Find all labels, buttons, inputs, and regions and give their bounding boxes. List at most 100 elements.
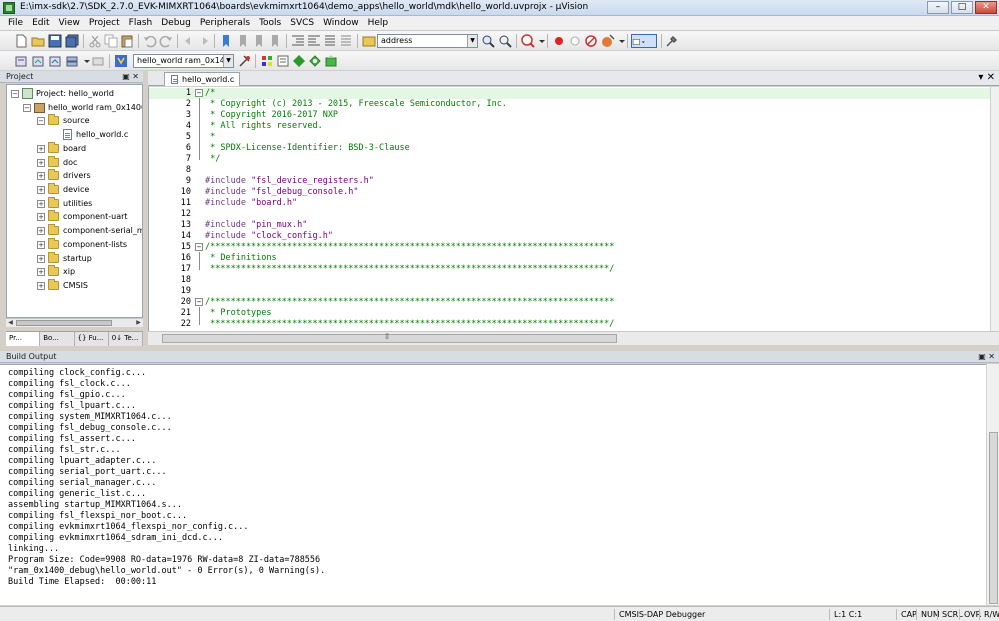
copy-icon[interactable] [104,34,118,48]
expand-icon[interactable]: + [37,171,45,180]
batch-build-icon[interactable] [65,54,79,68]
target-options-icon[interactable] [238,54,252,68]
code-line[interactable]: 18 [149,275,999,286]
expand-icon[interactable]: + [37,199,45,208]
tree-group-utilities[interactable]: + utilities [37,197,92,210]
fold-toggle-icon[interactable]: − [195,298,203,306]
find-in-files-icon[interactable] [362,34,376,48]
scroll-thumb[interactable] [16,320,112,326]
disable-breakpoints-icon[interactable] [584,34,598,48]
unindent-icon[interactable] [307,34,321,48]
chevron-down-icon[interactable] [535,34,545,48]
collapse-icon[interactable]: − [37,116,45,125]
tree-group-component-serial-manager[interactable]: + component-serial_m [37,224,142,237]
code-line[interactable]: 11 #include "board.h" [149,198,999,209]
code-line[interactable]: 3 * Copyright 2016-2017 NXP [149,110,999,121]
expand-icon[interactable]: + [37,158,45,167]
tree-root[interactable]: − Project: hello_world [11,87,114,100]
fold-toggle-icon[interactable]: − [195,89,203,97]
run-time-environment-icon[interactable] [324,54,338,68]
project-hscrollbar[interactable]: ◀ ▶ [6,318,143,327]
bookmark-toggle-icon[interactable] [219,34,233,48]
build-output-controls[interactable]: ▣ ✕ [978,351,995,362]
code-line[interactable]: 8 [149,165,999,176]
menu-view[interactable]: View [59,18,80,28]
code-editor[interactable]: 1−/* 2 * Copyright (c) 2013 - 2015, Frees… [148,87,999,331]
code-line[interactable]: 7 */ [149,154,999,165]
code-line[interactable]: 2 * Copyright (c) 2013 - 2015, Freescale… [149,99,999,110]
find-combo[interactable]: address ▼ [377,34,478,48]
select-packs-icon[interactable] [308,54,322,68]
code-line[interactable]: 6 * SPDX-License-Identifier: BSD-3-Claus… [149,143,999,154]
tab-project[interactable]: Pr... [6,332,41,346]
insert-breakpoint-icon[interactable] [552,34,566,48]
chevron-down-icon[interactable]: ▼ [467,35,477,47]
code-line[interactable]: 13 #include "pin_mux.h" [149,220,999,231]
pack-installer-icon[interactable] [292,54,306,68]
code-line[interactable]: 19 [149,286,999,297]
bookmark-next-icon[interactable] [252,34,266,48]
chevron-down-icon[interactable] [80,54,90,68]
find-icon[interactable] [482,34,496,48]
menu-tools[interactable]: Tools [259,18,281,28]
comment-icon[interactable] [323,34,337,48]
code-line[interactable]: 10 #include "fsl_debug_console.h" [149,187,999,198]
minimize-button[interactable]: – [927,1,949,14]
scroll-left-icon[interactable]: ◀ [6,319,15,327]
tab-books[interactable]: Bo... [40,332,75,346]
save-all-icon[interactable] [65,34,79,48]
editor-close-controls[interactable]: ▾ ✕ [978,72,995,84]
new-file-icon[interactable] [14,34,28,48]
code-line[interactable]: 22 *************************************… [149,319,999,330]
editor-vscrollbar[interactable] [990,87,999,331]
editor-hscrollbar[interactable] [148,331,999,345]
maximize-button[interactable]: □ [951,1,973,14]
project-panel-controls[interactable]: ▣ ✕ [122,71,139,82]
menu-help[interactable]: Help [368,18,389,28]
save-icon[interactable] [48,34,62,48]
window-layout-button[interactable] [631,34,657,48]
expand-icon[interactable]: + [37,144,45,153]
expand-icon[interactable]: + [37,281,45,290]
tree-group-component-uart[interactable]: + component-uart [37,210,128,223]
tab-functions[interactable]: {} Fu... [75,332,109,346]
tab-templates[interactable]: 0↓ Te... [109,332,143,346]
chevron-down-icon[interactable] [615,34,625,48]
code-line[interactable]: 5 * [149,132,999,143]
bookmark-clear-icon[interactable] [268,34,282,48]
expand-icon[interactable]: + [37,240,45,249]
collapse-icon[interactable]: − [11,89,19,98]
download-icon[interactable] [114,54,128,68]
incremental-find-icon[interactable] [498,34,512,48]
file-extensions-icon[interactable] [276,54,290,68]
build-icon[interactable] [31,54,45,68]
fold-toggle-icon[interactable]: − [195,243,203,251]
collapse-icon[interactable]: − [23,103,31,112]
tree-group-board[interactable]: + board [37,142,86,155]
menu-flash[interactable]: Flash [129,18,153,28]
target-select[interactable]: hello_world ram_0x1400_ ▼ [133,54,234,68]
tree-group-cmsis[interactable]: + CMSIS [37,279,88,292]
menu-file[interactable]: File [8,18,23,28]
scroll-right-icon[interactable]: ▶ [134,319,143,327]
code-line[interactable]: 20−/************************************… [149,297,999,308]
bookmark-prev-icon[interactable] [236,34,250,48]
uncomment-icon[interactable] [339,34,353,48]
expand-icon[interactable]: + [37,226,45,235]
enable-breakpoint-icon[interactable] [568,34,582,48]
undo-icon[interactable] [143,34,157,48]
code-line[interactable]: 9 #include "fsl_device_registers.h" [149,176,999,187]
rebuild-icon[interactable] [48,54,62,68]
tree-group-source[interactable]: − source [37,114,90,127]
kill-breakpoints-icon[interactable] [601,34,615,48]
expand-icon[interactable]: + [37,212,45,221]
code-line[interactable]: 16 * Definitions [149,253,999,264]
code-line[interactable]: 14 #include "clock_config.h" [149,231,999,242]
code-line[interactable]: 21 * Prototypes [149,308,999,319]
scroll-thumb[interactable] [989,432,998,604]
code-line[interactable]: 1−/* [149,88,999,99]
indent-icon[interactable] [291,34,305,48]
redo-icon[interactable] [159,34,173,48]
tree-group-doc[interactable]: + doc [37,156,77,169]
menu-project[interactable]: Project [89,18,120,28]
